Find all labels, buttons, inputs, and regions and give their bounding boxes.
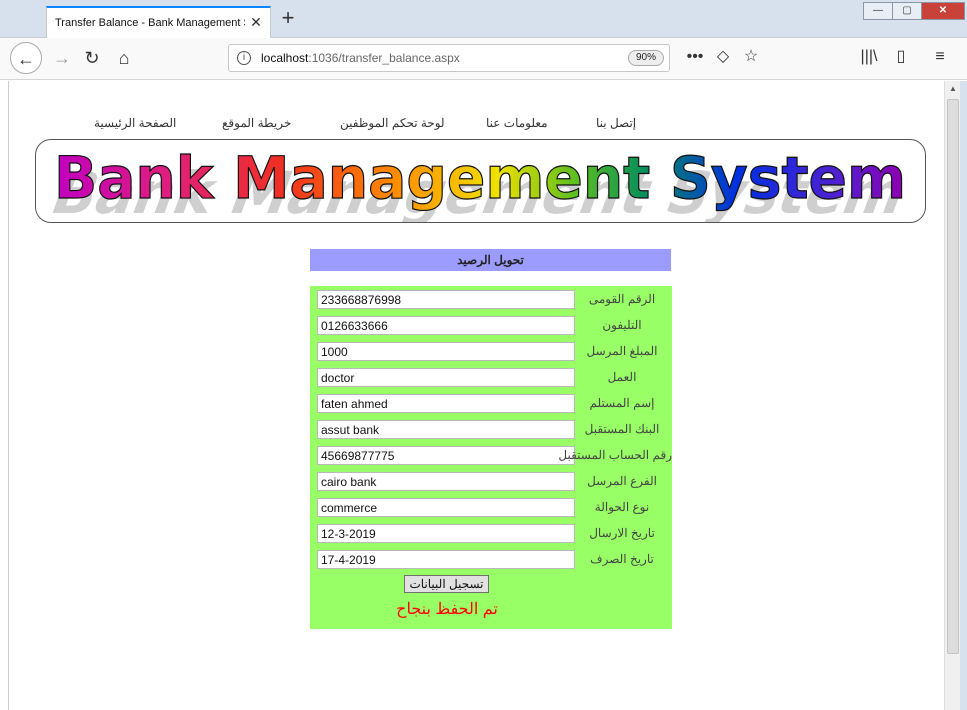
hamburger-menu-icon[interactable]: ≡ — [929, 48, 951, 66]
form-row-send-date: تاريخ الارسال — [310, 521, 672, 547]
form-row-national-id: الرقم القومى — [310, 287, 672, 313]
recipient-name-input[interactable] — [317, 394, 575, 413]
tab-title: Transfer Balance - Bank Management Syste… — [55, 17, 245, 29]
form-row-recipient-name: إسم المستلم — [310, 391, 672, 417]
reload-icon[interactable]: ↻ — [76, 42, 108, 74]
sidebar-icon[interactable]: ▯ — [890, 48, 912, 66]
receiving-bank-label: البنك المستقبل — [584, 422, 660, 436]
zoom-badge[interactable]: 90% — [628, 50, 664, 66]
receiving-account-input[interactable] — [317, 446, 575, 465]
site-banner: Bank Management System Bank Management S… — [35, 139, 926, 223]
form-row-amount: المبلغ المرسل — [310, 339, 672, 365]
form-row-sending-branch: الفرع المرسل — [310, 469, 672, 495]
menu-link-contact[interactable]: إتصل بنا — [596, 116, 636, 130]
payout-date-label: تاريخ الصرف — [590, 552, 654, 566]
menu-link-about[interactable]: معلومات عنا — [486, 116, 548, 130]
form-title: تحويل الرصيد — [310, 249, 671, 271]
site-menu: الصفحة الرئيسية خريطة الموقع لوحة تحكم ا… — [0, 116, 967, 132]
url-text[interactable]: localhost:1036/transfer_balance.aspx — [261, 51, 460, 65]
pocket-icon[interactable]: ◇ — [712, 48, 734, 66]
banner-logo: Bank Management System Bank Management S… — [42, 143, 917, 222]
national-id-input[interactable] — [317, 290, 575, 309]
send-date-label: تاريخ الارسال — [589, 526, 655, 540]
forward-arrow-icon[interactable]: → — [46, 42, 78, 74]
form-row-receiving-bank: البنك المستقبل — [310, 417, 672, 443]
sending-branch-label: الفرع المرسل — [587, 474, 657, 488]
receiving-account-label: رقم الحساب المستقبل — [558, 448, 672, 462]
form-row-phone: التليفون — [310, 313, 672, 339]
window-border — [960, 81, 967, 710]
browser-tab[interactable]: Transfer Balance - Bank Management Syste… — [46, 6, 271, 38]
maximize-button[interactable]: ▢ — [892, 2, 922, 20]
info-icon[interactable]: i — [237, 51, 251, 65]
back-arrow-icon[interactable]: ← — [10, 42, 42, 74]
browser-toolbar: ← → ↻ ⌂ i localhost:1036/transfer_balanc… — [0, 38, 967, 80]
save-data-button[interactable]: تسجيل البيانات — [404, 575, 489, 593]
menu-link-sitemap[interactable]: خريطة الموقع — [222, 116, 291, 130]
payout-date-input[interactable] — [317, 550, 575, 569]
vertical-scrollbar[interactable]: ▲ — [944, 81, 960, 710]
more-actions-icon[interactable]: ••• — [684, 48, 706, 66]
phone-input[interactable] — [317, 316, 575, 335]
browser-titlebar: Transfer Balance - Bank Management Syste… — [0, 0, 967, 38]
recipient-name-label: إسم المستلم — [589, 396, 655, 410]
bookmark-star-icon[interactable]: ☆ — [740, 48, 762, 66]
success-message: تم الحفظ بنجاح — [396, 601, 498, 618]
phone-label: التليفون — [602, 318, 642, 332]
window-close-button[interactable]: ✕ — [921, 2, 965, 20]
form-row-occupation: العمل — [310, 365, 672, 391]
url-path: :1036/transfer_balance.aspx — [308, 51, 460, 65]
home-icon[interactable]: ⌂ — [108, 42, 140, 74]
url-host: localhost — [261, 51, 309, 65]
form-row-transfer-type: نوع الحوالة — [310, 495, 672, 521]
url-bar[interactable]: i localhost:1036/transfer_balance.aspx 9… — [228, 44, 670, 72]
form-row-receiving-account: رقم الحساب المستقبل — [310, 443, 672, 469]
scroll-up-arrow-icon[interactable]: ▲ — [945, 81, 961, 97]
minimize-button[interactable]: — — [863, 2, 893, 20]
new-tab-button[interactable]: + — [277, 7, 299, 30]
occupation-label: العمل — [607, 370, 637, 384]
banner-title: Bank Management System — [54, 144, 906, 212]
transfer-type-label: نوع الحوالة — [594, 500, 650, 514]
receiving-bank-input[interactable] — [317, 420, 575, 439]
sending-branch-input[interactable] — [317, 472, 575, 491]
scroll-thumb[interactable] — [947, 99, 959, 654]
national-id-label: الرقم القومى — [588, 292, 656, 306]
send-date-input[interactable] — [317, 524, 575, 543]
amount-label: المبلغ المرسل — [586, 344, 658, 358]
close-icon[interactable]: ✕ — [248, 14, 264, 30]
transfer-type-input[interactable] — [317, 498, 575, 517]
menu-link-home[interactable]: الصفحة الرئيسية — [94, 116, 176, 130]
menu-link-employee-panel[interactable]: لوحة تحكم الموظفين — [340, 116, 445, 130]
form-row-payout-date: تاريخ الصرف — [310, 547, 672, 573]
amount-input[interactable] — [317, 342, 575, 361]
occupation-input[interactable] — [317, 368, 575, 387]
library-icon[interactable]: |||\ — [858, 48, 880, 66]
transfer-form: الرقم القومى التليفون المبلغ المرسل العم… — [310, 286, 672, 629]
